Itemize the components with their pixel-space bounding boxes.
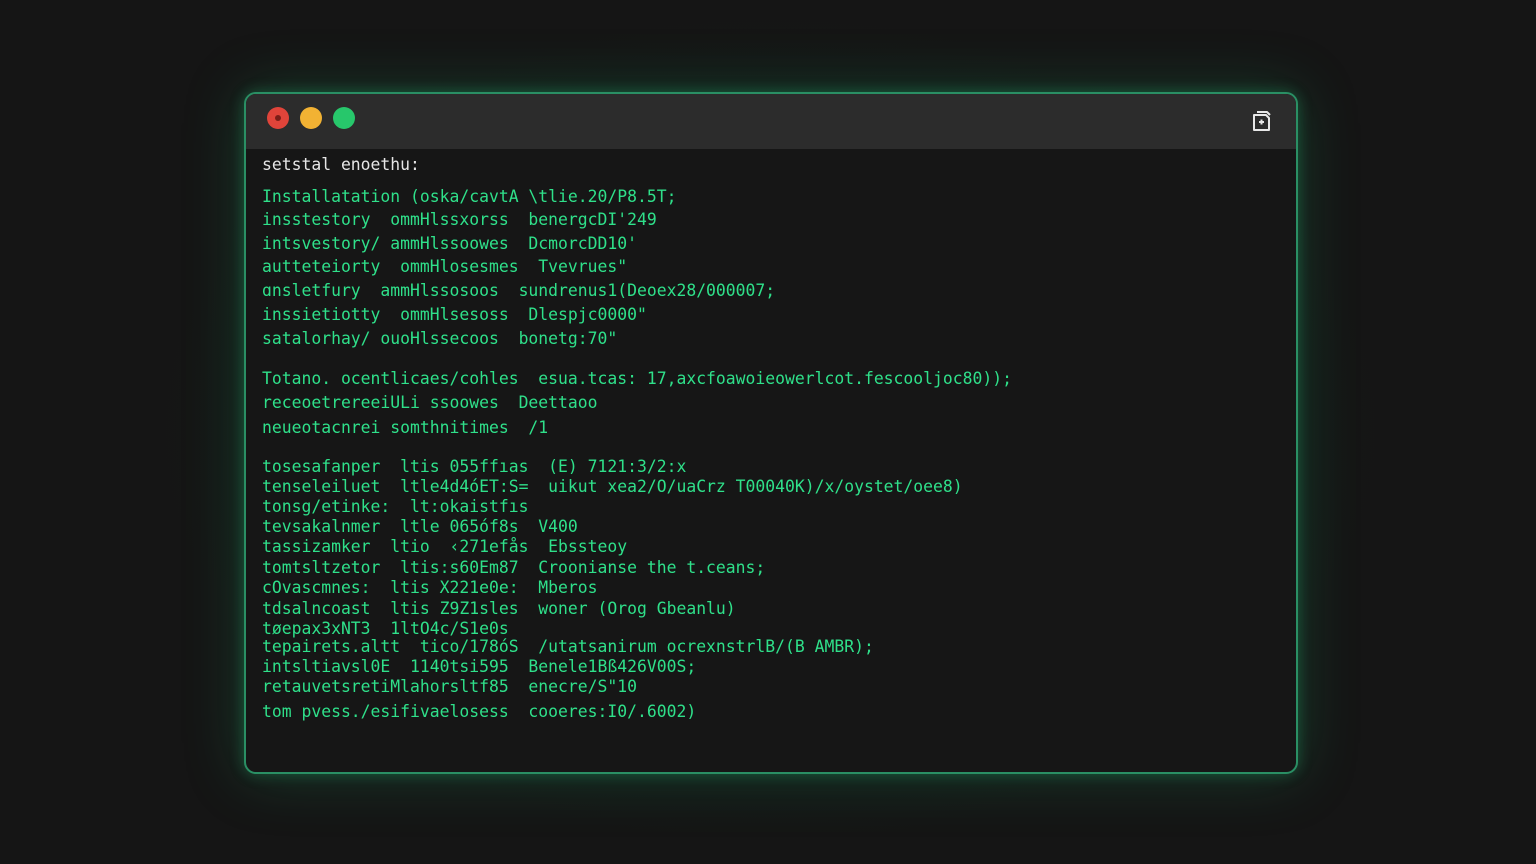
output-line: Installatation (oska/cavtA \tlie.20/P8.5… [262, 187, 677, 206]
output-line: Totano. ocentlicaes/cohles esua.tcas: 17… [262, 369, 1012, 388]
output-line: tepairets.altt tico/178óS /utatsanirum o… [262, 637, 874, 656]
output-line: tenseleiluet ltle4d4óET:S= uikut xea2/O/… [262, 477, 963, 496]
minimize-button[interactable] [300, 107, 322, 129]
output-line: tassizamker ltio ‹271efås Ebssteoy [262, 537, 628, 556]
output-line: tomtsltzetor ltis:s60Em87 Croonianse the… [262, 558, 766, 577]
output-line: tosesafanper ltis 055ffıas (E) 7121:3/2:… [262, 457, 687, 476]
output-line: insstestory ommHlssxorss benergcDI'249 [262, 210, 657, 229]
maximize-button[interactable] [333, 107, 355, 129]
output-line: ɑnsletfury ammHlssosoos sundrenus1(Deoex… [262, 281, 776, 300]
output-line: receoetrereeiULi ssoowes Deettaoo [262, 393, 598, 412]
output-line: intsvestory/ ammHlssoowes DcmorcDD10' [262, 234, 637, 253]
output-line: autteteiorty ommHlosesmes Tvevrues" [262, 257, 628, 276]
output-line: intsltiavsl0E 1140tsi595 Benele1Bß426V00… [262, 657, 697, 676]
output-line: tevsakalnmer ltle 065óf8s V400 [262, 517, 578, 536]
output-line: tdsalncoast ltis Z9Z1sles woner (Orog Gb… [262, 599, 736, 618]
window-titlebar[interactable] [246, 94, 1296, 149]
output-line: retauvetsretiMlahorsltf85 enecre/S"10 [262, 677, 637, 696]
output-line: cOvascmnes: ltis X221e0e: Mberos [262, 578, 598, 597]
output-line: neueotacnrei somthnitimes /1 [262, 418, 549, 437]
output-line: inssietiotty ommHlsesoss Dlespjc0000" [262, 305, 647, 324]
new-tab-icon[interactable] [1248, 108, 1274, 134]
output-line: tom pvess./esifivaelosess cooeres:I0/.60… [262, 702, 697, 721]
output-line: tonsg/etinke: lt:okaistfıs [262, 497, 529, 516]
output-line: tøepax3xNT3 1ltO4c/S1e0s [262, 619, 509, 638]
terminal-window[interactable]: setstal enoethu: Installatation (oska/ca… [244, 92, 1298, 774]
close-button[interactable] [267, 107, 289, 129]
terminal-header-line: setstal enoethu: [262, 155, 420, 174]
terminal-output[interactable]: setstal enoethu: Installatation (oska/ca… [262, 149, 1282, 764]
output-line: satalorhay/ ouoHlssecoos bonetg:70" [262, 329, 618, 348]
